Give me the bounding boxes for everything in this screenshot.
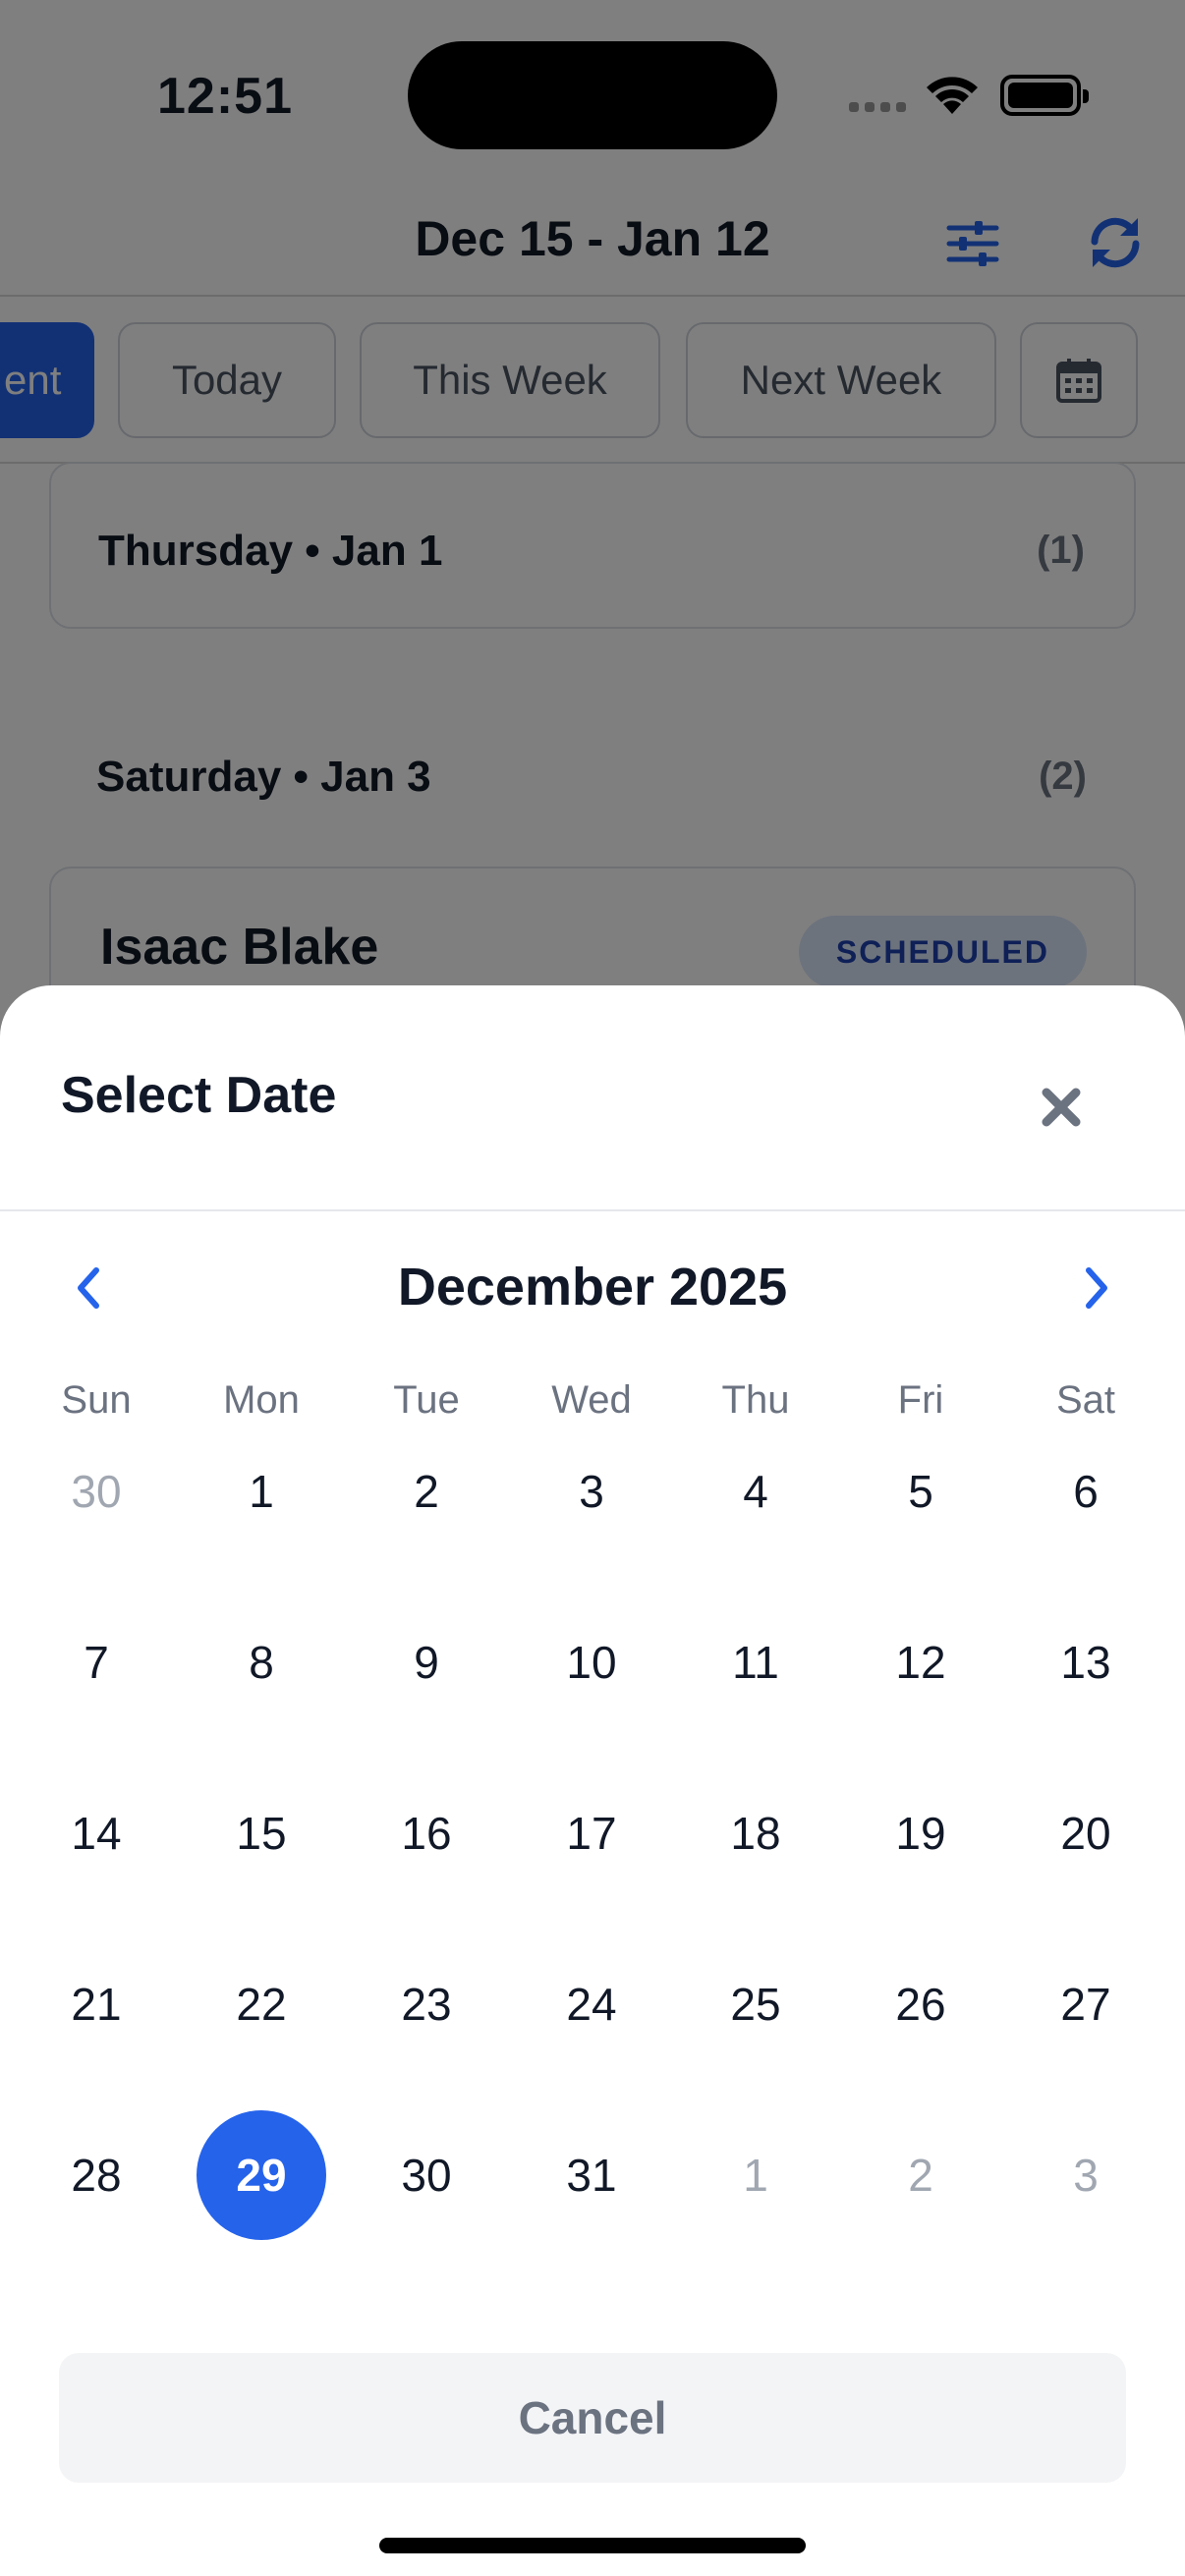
weekday-sat: Sat: [1055, 1378, 1116, 1422]
sheet-title: Select Date: [61, 1067, 337, 1124]
day-cell[interactable]: 8: [197, 1597, 326, 1727]
day-cell[interactable]: 4: [691, 1427, 820, 1556]
day-cell[interactable]: 27: [1021, 1939, 1151, 2069]
weekday-sun: Sun: [61, 1378, 132, 1422]
month-label: December 2025: [397, 1258, 788, 1316]
day-cell[interactable]: 28: [31, 2110, 161, 2240]
chevron-left-icon: [78, 1267, 99, 1309]
previous-month-button[interactable]: [49, 1249, 128, 1327]
day-cell[interactable]: 5: [856, 1427, 986, 1556]
day-cell-selected[interactable]: 29: [197, 2110, 326, 2240]
sheet-header: Select Date: [0, 985, 1185, 1211]
day-cell[interactable]: 25: [691, 1939, 820, 2069]
weekday-tue: Tue: [393, 1378, 460, 1422]
day-cell[interactable]: 12: [856, 1597, 986, 1727]
home-indicator: [379, 2538, 806, 2553]
day-cell[interactable]: 1: [197, 1427, 326, 1556]
close-icon: [1042, 1088, 1081, 1127]
day-cell[interactable]: 14: [31, 1768, 161, 1898]
day-cell[interactable]: 23: [362, 1939, 491, 2069]
month-navigation: December 2025: [0, 1243, 1185, 1335]
weekday-wed: Wed: [551, 1378, 632, 1422]
day-cell[interactable]: 3: [1021, 2110, 1151, 2240]
date-picker-sheet: Select Date December 2025 Sun Mon Tue Wed Th…: [0, 985, 1185, 2576]
day-cell[interactable]: 11: [691, 1597, 820, 1727]
day-cell[interactable]: 6: [1021, 1427, 1151, 1556]
day-cell[interactable]: 10: [527, 1597, 656, 1727]
chevron-right-icon: [1086, 1267, 1107, 1309]
day-cell[interactable]: 30: [31, 1427, 161, 1556]
day-cell[interactable]: 17: [527, 1768, 656, 1898]
day-cell[interactable]: 19: [856, 1768, 986, 1898]
day-cell[interactable]: 26: [856, 1939, 986, 2069]
day-cell[interactable]: 13: [1021, 1597, 1151, 1727]
weekday-thu: Thu: [721, 1378, 790, 1422]
next-month-button[interactable]: [1057, 1249, 1136, 1327]
day-cell[interactable]: 2: [856, 2110, 986, 2240]
day-cell[interactable]: 30: [362, 2110, 491, 2240]
day-cell[interactable]: 7: [31, 1597, 161, 1727]
day-cell[interactable]: 1: [691, 2110, 820, 2240]
day-cell[interactable]: 18: [691, 1768, 820, 1898]
day-cell[interactable]: 31: [527, 2110, 656, 2240]
day-cell[interactable]: 15: [197, 1768, 326, 1898]
day-cell[interactable]: 24: [527, 1939, 656, 2069]
weekday-mon: Mon: [223, 1378, 300, 1422]
close-button[interactable]: [1018, 1064, 1104, 1150]
weekday-fri: Fri: [897, 1378, 944, 1422]
day-cell[interactable]: 22: [197, 1939, 326, 2069]
day-cell[interactable]: 21: [31, 1939, 161, 2069]
day-cell[interactable]: 3: [527, 1427, 656, 1556]
day-cell[interactable]: 2: [362, 1427, 491, 1556]
day-cell[interactable]: 20: [1021, 1768, 1151, 1898]
day-cell[interactable]: 16: [362, 1768, 491, 1898]
cancel-button[interactable]: Cancel: [59, 2353, 1126, 2483]
day-cell[interactable]: 9: [362, 1597, 491, 1727]
